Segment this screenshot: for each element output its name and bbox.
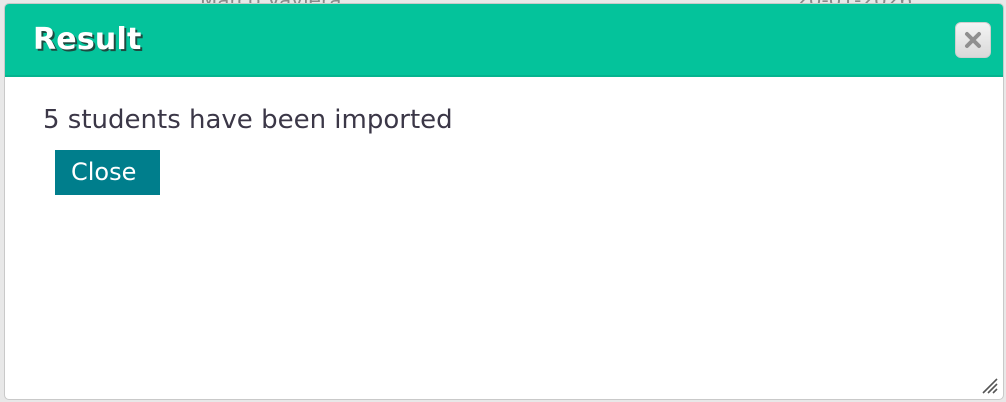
close-button[interactable]: Close: [55, 150, 160, 195]
import-result-message: 5 students have been imported: [43, 105, 453, 135]
dialog-content: 5 students have been imported Close: [43, 104, 453, 195]
dialog-title: Result: [33, 22, 142, 57]
close-icon: [965, 32, 981, 48]
resize-grip-icon[interactable]: [977, 373, 999, 395]
result-dialog: Result 5 students have been imported Clo…: [4, 3, 1004, 400]
dialog-close-button[interactable]: [955, 22, 991, 58]
dialog-titlebar[interactable]: Result: [5, 4, 1003, 77]
